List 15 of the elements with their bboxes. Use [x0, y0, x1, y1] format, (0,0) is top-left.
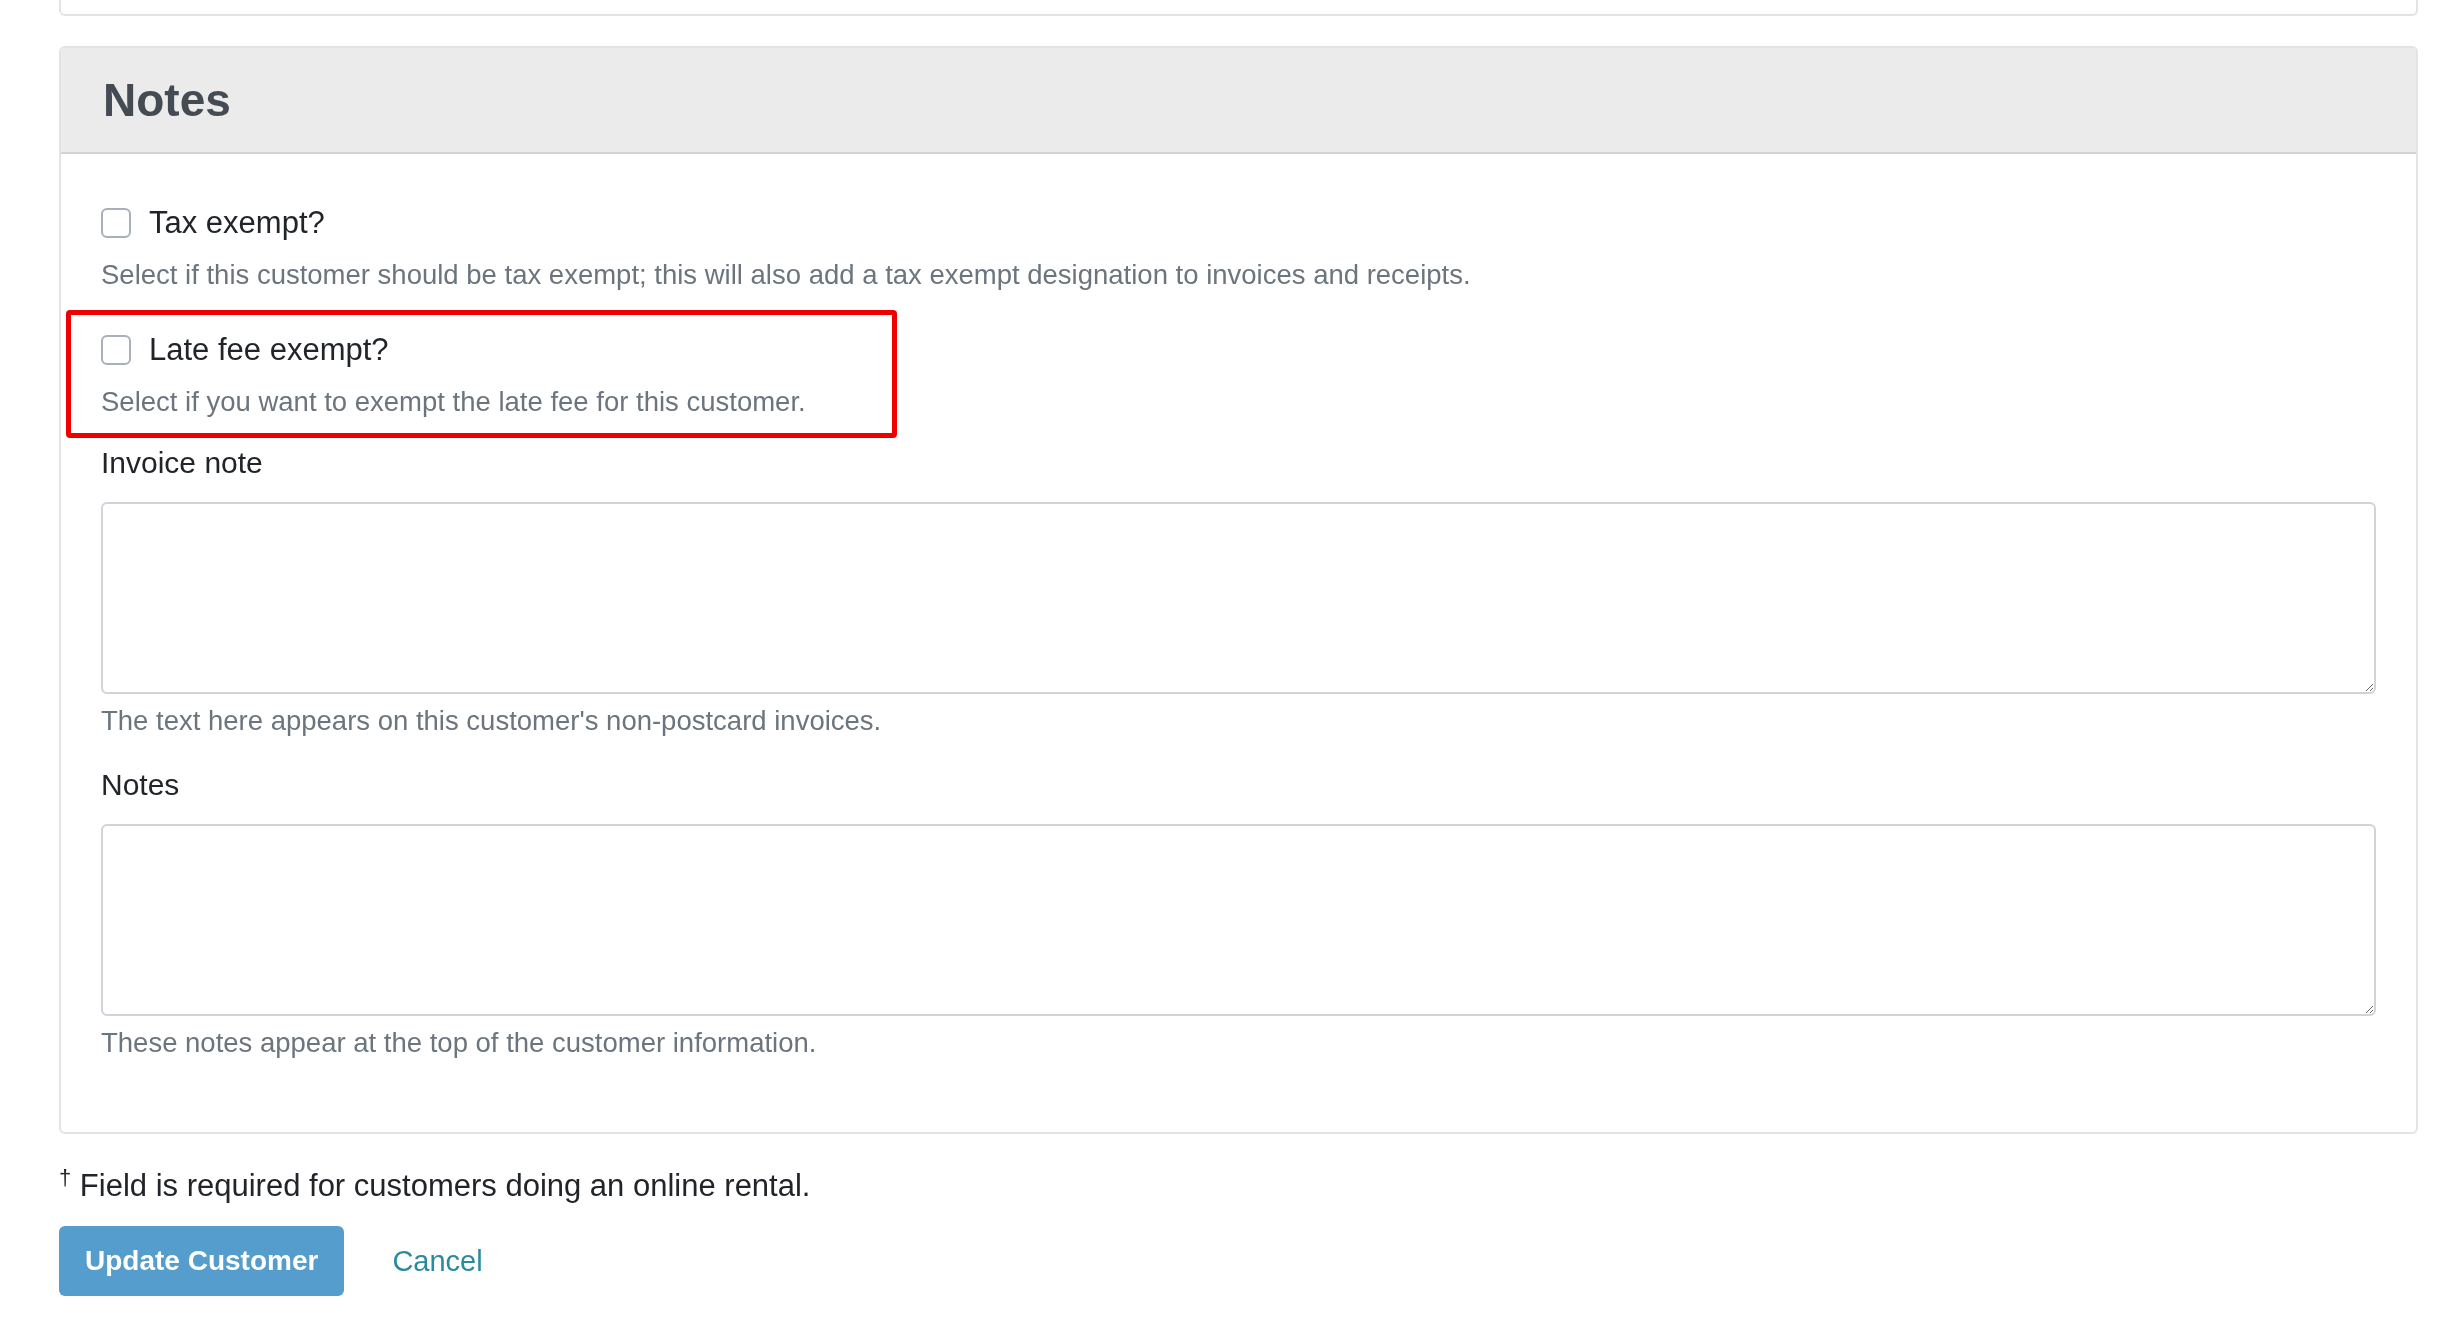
cancel-link[interactable]: Cancel: [392, 1244, 483, 1278]
field-label: Invoice note: [101, 445, 264, 481]
footnote: $^{†}$ Field is required for customers doing an online rental.: [59, 1165, 812, 1205]
field-label: Notes: [101, 767, 181, 803]
help-text: Select if you want to exempt the late fee for this customer.: [101, 385, 807, 419]
text-area[interactable]: [101, 502, 2376, 694]
checkbox[interactable]: [101, 208, 131, 238]
section-title: Notes: [103, 73, 231, 127]
text-area[interactable]: [101, 824, 2376, 1016]
checkbox-label[interactable]: Tax exempt?: [149, 204, 325, 242]
help-text: Select if this customer should be tax exempt; this will also add a tax exempt designation to invoices and receipts.: [101, 258, 1471, 292]
checkbox[interactable]: [101, 335, 131, 365]
checkbox-label[interactable]: Late fee exempt?: [149, 331, 389, 369]
help-text: The text here appears on this customer's non-postcard invoices.: [101, 704, 883, 738]
help-text: These notes appear at the top of the customer information.: [101, 1026, 818, 1060]
